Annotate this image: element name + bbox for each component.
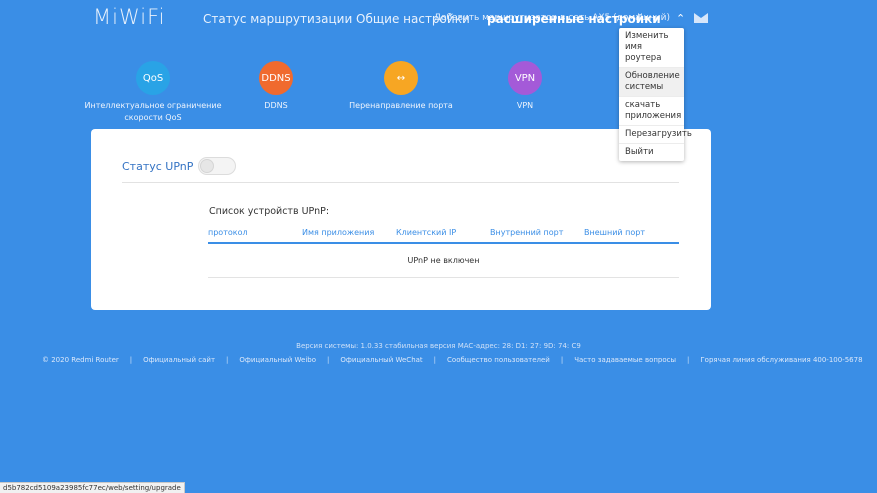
- app-port-forwarding[interactable]: ↔ Перенаправление порта: [331, 61, 471, 112]
- status-bar-url: d5b782cd5109a23985fc77ec/web/setting/upg…: [0, 482, 185, 493]
- footer-hotline[interactable]: Горячая линия обслуживания 400-100-5678: [700, 356, 862, 364]
- divider: [122, 182, 679, 183]
- ddns-icon: DDNS: [259, 61, 293, 95]
- menu-logout[interactable]: Выйти: [619, 144, 684, 161]
- nav-routing-status[interactable]: Статус маршрутизации: [203, 12, 352, 26]
- col-internal-port: Внутренний порт: [490, 228, 564, 237]
- upnp-toggle[interactable]: [198, 157, 236, 175]
- menu-rename-router[interactable]: Изменить имя роутера: [619, 28, 684, 68]
- footer-wechat[interactable]: Официальный WeChat: [340, 356, 422, 364]
- app-vpn[interactable]: VPN VPN: [455, 61, 595, 112]
- footer-community[interactable]: Сообщество пользователей: [447, 356, 550, 364]
- app-qos[interactable]: QoS Интеллектуальное ограничение скорост…: [83, 61, 223, 124]
- app-vpn-label: VPN: [516, 101, 534, 110]
- footer-official-site[interactable]: Официальный сайт: [143, 356, 215, 364]
- qos-icon: QoS: [136, 61, 170, 95]
- toggle-knob: [200, 159, 214, 173]
- menu-download-app[interactable]: скачать приложения: [619, 97, 684, 126]
- user-dropdown-menu: Изменить имя роутера Обновление системы …: [619, 28, 692, 161]
- footer-links: © 2020 Redmi Router | Официальный сайт | Офи…: [42, 356, 863, 364]
- port-forwarding-icon: ↔: [384, 61, 418, 95]
- chevron-up-icon[interactable]: ⌃: [676, 12, 685, 25]
- upnp-status-label: Статус UPnP: [122, 160, 194, 173]
- app-ddns[interactable]: DDNS DDNS: [206, 61, 346, 112]
- system-version: Версия системы: 1.0.33 стабильная версия…: [296, 342, 581, 350]
- upnp-list-title: Список устройств UPnP:: [209, 206, 330, 217]
- col-protocol: протокол: [208, 228, 248, 237]
- col-client-ip: Клиентский IP: [396, 228, 457, 237]
- col-app-name: Имя приложения: [302, 228, 375, 237]
- app-ddns-label: DDNS: [264, 101, 288, 110]
- app-qos-label: Интеллектуальное ограничение скорости Qo…: [84, 101, 222, 122]
- footer-weibo[interactable]: Официальный Weibo: [239, 356, 316, 364]
- upnp-card: Статус UPnP Список устройств UPnP: прото…: [91, 129, 711, 310]
- mail-icon[interactable]: [694, 13, 708, 23]
- menu-reboot[interactable]: Перезагрузить: [619, 126, 692, 144]
- miwifi-logo[interactable]: MiWiFi: [93, 5, 165, 29]
- upnp-table-header: протокол Имя приложения Клиентский IP Вн…: [208, 227, 679, 244]
- menu-system-update[interactable]: Обновление системы: [619, 68, 684, 97]
- vpn-icon: VPN: [508, 61, 542, 95]
- nav-advanced-settings[interactable]: расширенные настройки: [487, 12, 661, 26]
- footer-faq[interactable]: Часто задаваемые вопросы: [574, 356, 676, 364]
- upnp-empty-message: UPnP не включен: [208, 244, 679, 278]
- footer-copyright: © 2020 Redmi Router: [42, 356, 119, 364]
- app-port-forwarding-label: Перенаправление порта: [349, 101, 453, 110]
- col-external-port: Внешний порт: [584, 228, 645, 237]
